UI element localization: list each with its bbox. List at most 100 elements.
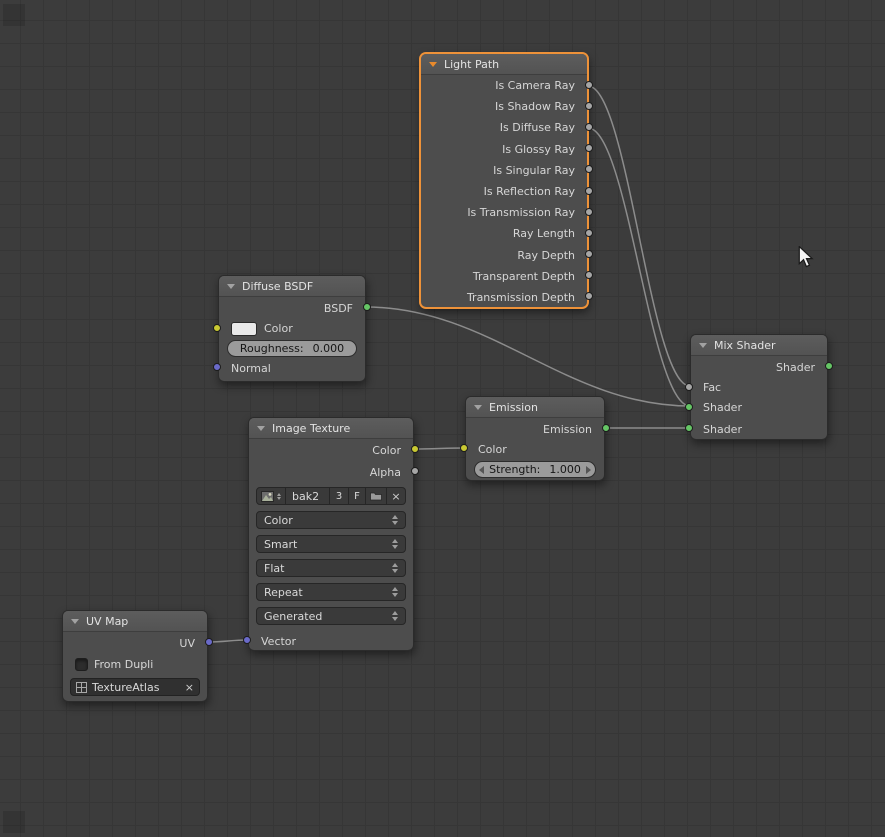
- output-label: Is Glossy Ray: [502, 142, 575, 156]
- node-diffuse-bsdf[interactable]: Diffuse BSDF BSDF Color Roughness: 0.000…: [213, 275, 371, 382]
- input-label: Color: [478, 442, 507, 456]
- node-light-path[interactable]: Light Path Is Camera Ray Is Shadow Ray I…: [420, 53, 593, 308]
- dropdown-arrows-icon: [392, 539, 398, 549]
- output-label: BSDF: [323, 301, 353, 315]
- output-label: Emission: [543, 422, 592, 436]
- open-image-button[interactable]: [366, 487, 387, 505]
- output-label: Is Singular Ray: [493, 163, 575, 177]
- output-row: Is Camera Ray: [421, 75, 593, 96]
- node-header[interactable]: UV Map: [63, 611, 207, 632]
- collapse-triangle-icon[interactable]: [474, 404, 482, 410]
- shader1-input-socket[interactable]: [685, 402, 693, 411]
- output-label: Is Camera Ray: [495, 79, 575, 93]
- color-swatch[interactable]: [231, 321, 257, 336]
- node-header[interactable]: Image Texture: [249, 418, 413, 439]
- dropdown-arrows-icon: [392, 515, 398, 525]
- color-input-socket[interactable]: [460, 444, 468, 452]
- output-row: Ray Depth: [421, 245, 593, 266]
- output-label: Ray Depth: [517, 248, 575, 262]
- collapse-triangle-icon[interactable]: [257, 425, 265, 431]
- unlink-image-button[interactable]: ×: [387, 487, 406, 505]
- is-transmission-ray-socket[interactable]: [585, 207, 593, 216]
- output-row: Is Reflection Ray: [421, 181, 593, 202]
- uv-map-selector[interactable]: TextureAtlas ×: [70, 678, 200, 696]
- extension-dropdown[interactable]: Repeat: [256, 583, 406, 601]
- output-label: Ray Length: [512, 227, 575, 241]
- slider-label: Strength:: [489, 463, 541, 476]
- dropdown-arrows-icon: [392, 587, 398, 597]
- interpolation-dropdown[interactable]: Smart: [256, 535, 406, 553]
- fake-user-button[interactable]: F: [349, 487, 366, 505]
- roughness-slider[interactable]: Roughness: 0.000: [227, 340, 357, 357]
- image-browse-dropdown[interactable]: [256, 487, 286, 505]
- collapse-triangle-icon[interactable]: [227, 283, 235, 289]
- dropdown-value: Color: [264, 513, 293, 527]
- shader1-input-row: Shader: [685, 397, 827, 418]
- node-header[interactable]: Diffuse BSDF: [219, 276, 365, 297]
- node-image-texture[interactable]: Image Texture Color Alpha bak2 3 F × Col…: [243, 417, 419, 652]
- node-title: UV Map: [86, 614, 129, 628]
- output-label: Is Shadow Ray: [494, 100, 575, 114]
- is-diffuse-ray-socket[interactable]: [585, 122, 593, 131]
- color-input-socket[interactable]: [213, 323, 221, 332]
- colorspace-dropdown[interactable]: Color: [256, 511, 406, 529]
- output-label: Alpha: [369, 465, 401, 479]
- fac-input-row: Fac: [685, 378, 827, 397]
- source-dropdown[interactable]: Generated: [256, 607, 406, 625]
- wire-diffuse-shader: [365, 306, 691, 407]
- image-users-button[interactable]: 3: [330, 487, 349, 505]
- is-shadow-ray-socket[interactable]: [585, 101, 593, 110]
- node-emission[interactable]: Emission Emission Color Strength: 1.000: [460, 396, 610, 481]
- checkbox-label: From Dupli: [94, 657, 154, 671]
- uv-output-socket[interactable]: [205, 638, 213, 646]
- image-name-field[interactable]: bak2: [286, 487, 330, 505]
- collapse-triangle-icon[interactable]: [699, 342, 707, 348]
- ray-length-socket[interactable]: [585, 228, 593, 237]
- input-label: Normal: [231, 361, 271, 375]
- node-header[interactable]: Mix Shader: [691, 335, 827, 356]
- uv-map-name: TextureAtlas: [92, 680, 160, 694]
- output-row: BSDF: [219, 297, 371, 319]
- output-row: Emission: [466, 418, 610, 440]
- vector-input-row: Vector: [243, 630, 413, 652]
- normal-input-socket[interactable]: [213, 363, 221, 371]
- node-header[interactable]: Light Path: [421, 54, 587, 75]
- emission-output-socket[interactable]: [602, 424, 610, 432]
- dropdown-value: Generated: [264, 609, 323, 623]
- projection-dropdown[interactable]: Flat: [256, 559, 406, 577]
- from-dupli-checkbox[interactable]: [75, 657, 88, 671]
- color-output-socket[interactable]: [411, 445, 419, 453]
- vector-input-socket[interactable]: [243, 636, 251, 644]
- collapse-triangle-icon[interactable]: [71, 618, 79, 624]
- node-title: Light Path: [444, 57, 500, 71]
- node-header[interactable]: Emission: [466, 397, 604, 418]
- collapse-triangle-icon[interactable]: [429, 61, 437, 67]
- node-mix-shader[interactable]: Mix Shader Shader Fac Shader Shader: [685, 334, 833, 440]
- wire-uv-vector: [207, 639, 249, 643]
- shader2-input-socket[interactable]: [685, 424, 693, 432]
- bsdf-output-socket[interactable]: [363, 303, 371, 311]
- node-uv-map[interactable]: UV Map UV From Dupli TextureAtlas ×: [62, 610, 213, 702]
- clear-uv-map-button[interactable]: ×: [185, 682, 194, 693]
- from-dupli-row: From Dupli: [63, 654, 207, 674]
- shader-output-socket[interactable]: [825, 362, 833, 370]
- node-editor-canvas[interactable]: Light Path Is Camera Ray Is Shadow Ray I…: [0, 0, 885, 837]
- strength-slider[interactable]: Strength: 1.000: [474, 461, 596, 478]
- slider-increase-arrow-icon[interactable]: [586, 465, 591, 474]
- uv-grid-icon: [76, 681, 87, 693]
- input-label: Fac: [703, 381, 722, 394]
- node-title: Mix Shader: [714, 338, 776, 352]
- alpha-output-socket[interactable]: [411, 467, 419, 475]
- image-datablock-row: bak2 3 F ×: [256, 487, 406, 505]
- fac-input-socket[interactable]: [685, 382, 693, 391]
- output-row: Transmission Depth: [421, 287, 593, 308]
- output-label: Color: [372, 443, 401, 457]
- output-row: Color: [249, 439, 419, 461]
- output-label: Shader: [776, 360, 815, 374]
- output-label: Transmission Depth: [466, 290, 575, 304]
- output-label: UV: [179, 636, 195, 650]
- wire-texture-color: [413, 447, 466, 450]
- output-label: Is Transmission Ray: [467, 206, 575, 220]
- is-reflection-ray-socket[interactable]: [585, 186, 593, 195]
- is-camera-ray-socket[interactable]: [585, 80, 593, 89]
